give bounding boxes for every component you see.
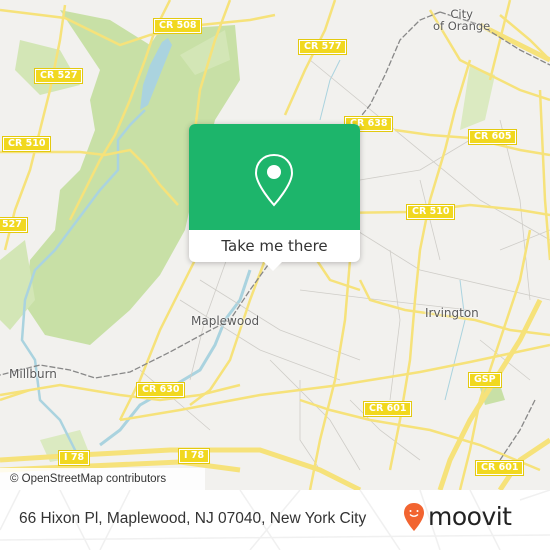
- road-label-cr-510-east: CR 510: [405, 204, 456, 220]
- road-label-i-78-east: I 78: [177, 448, 211, 464]
- road-label-cr-510: CR 510: [1, 136, 52, 152]
- place-label-maplewood: Maplewood: [191, 314, 260, 328]
- park-area: [15, 40, 80, 95]
- map-attribution[interactable]: © OpenStreetMap contributors: [0, 468, 205, 490]
- popup-header[interactable]: [189, 124, 360, 230]
- place-label-irvington: Irvington: [425, 306, 479, 320]
- road-label-cr-577: CR 577: [297, 39, 348, 55]
- road-label-cr-527-partial: 527: [0, 217, 28, 233]
- road-label-i-78: I 78: [57, 450, 91, 466]
- stream: [319, 59, 341, 121]
- road-label-gsp: GSP: [468, 372, 502, 388]
- place-label-city-of-orange: City of Orange: [433, 8, 490, 32]
- footer-bar: 66 Hixon Pl, Maplewood, NJ 07040, New Yo…: [0, 490, 550, 550]
- address-text: 66 Hixon Pl, Maplewood, NJ 07040, New Yo…: [19, 510, 367, 527]
- road-label-cr-605: CR 605: [467, 129, 518, 145]
- stream: [444, 279, 466, 401]
- road-label-cr-630: CR 630: [135, 382, 186, 398]
- road-label-cr-601: CR 601: [362, 401, 413, 417]
- popup-pointer: [264, 262, 282, 271]
- moovit-wordmark: moovit: [428, 502, 512, 531]
- moovit-logo[interactable]: moovit: [403, 502, 512, 532]
- road-label-cr-527: CR 527: [33, 68, 84, 84]
- map-pin-icon: [254, 153, 294, 207]
- location-popup[interactable]: Take me there: [189, 124, 360, 271]
- map-view[interactable]: CR 508 CR 527 CR 510 527 CR 577 CR 638 C…: [0, 0, 550, 490]
- place-label-line: of Orange: [433, 19, 491, 33]
- place-label-millburn: Millburn: [9, 367, 57, 381]
- moovit-pin-icon: [404, 503, 424, 531]
- road-label-cr-601-east: CR 601: [474, 460, 525, 476]
- road-label-cr-508: CR 508: [152, 18, 203, 34]
- take-me-there-button[interactable]: Take me there: [189, 230, 360, 262]
